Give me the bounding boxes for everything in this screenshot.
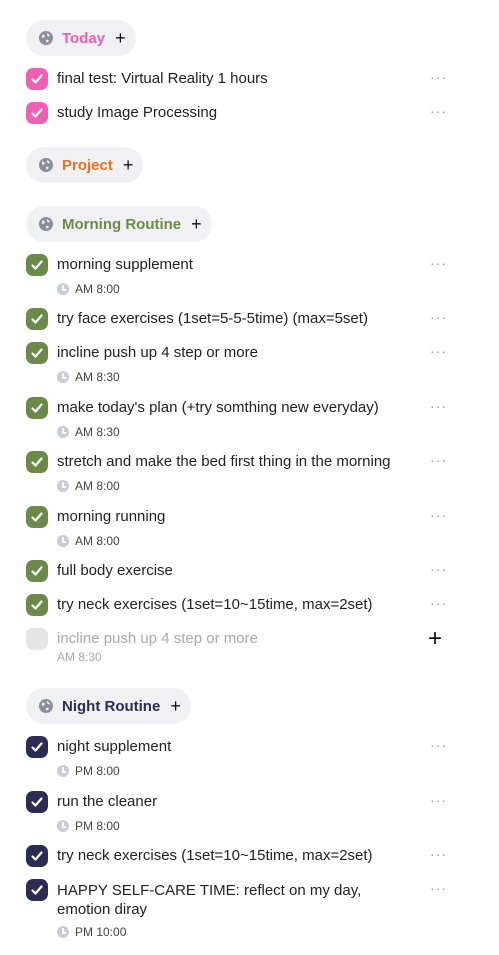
- more-options-icon[interactable]: ···: [430, 793, 447, 807]
- section-header-today[interactable]: Today +: [26, 20, 136, 56]
- clock-icon: [57, 480, 69, 492]
- globe-icon: [38, 216, 54, 232]
- clock-icon: [57, 820, 69, 832]
- task-time: AM 8:30: [57, 370, 120, 384]
- task-time: PM 10:00: [57, 925, 126, 939]
- check-icon: [31, 108, 43, 118]
- check-icon: [31, 457, 43, 467]
- more-options-icon[interactable]: ···: [430, 881, 447, 895]
- task-checkbox[interactable]: [26, 594, 48, 616]
- section-title: Project: [62, 156, 113, 174]
- plus-icon[interactable]: +: [191, 215, 202, 233]
- task-checkbox[interactable]: [26, 451, 48, 473]
- task-title[interactable]: try face exercises (1set=5-5-5time) (max…: [57, 310, 368, 327]
- check-icon: [31, 566, 43, 576]
- task-checkbox-empty[interactable]: [26, 628, 48, 650]
- task-time: AM 8:30: [57, 425, 120, 439]
- more-options-icon[interactable]: ···: [430, 596, 447, 610]
- check-icon: [31, 797, 43, 807]
- section-title: Night Routine: [62, 697, 161, 715]
- task-checkbox[interactable]: [26, 506, 48, 528]
- more-options-icon[interactable]: ···: [430, 256, 447, 270]
- section-header-project[interactable]: Project +: [26, 147, 144, 183]
- task-time: PM 8:00: [57, 764, 120, 778]
- task-checkbox[interactable]: [26, 308, 48, 330]
- task-time: AM 8:00: [57, 534, 120, 548]
- check-icon: [31, 260, 43, 270]
- clock-icon: [57, 926, 69, 938]
- check-icon: [31, 742, 43, 752]
- clock-icon: [57, 765, 69, 777]
- globe-icon: [38, 30, 54, 46]
- more-options-icon[interactable]: ···: [430, 453, 447, 467]
- more-options-icon[interactable]: ···: [430, 508, 447, 522]
- plus-icon[interactable]: +: [123, 156, 134, 174]
- task-title[interactable]: make today's plan (+try somthing new eve…: [57, 399, 379, 416]
- plus-icon[interactable]: +: [170, 697, 181, 715]
- task-title[interactable]: morning running: [57, 508, 165, 525]
- section-header-morning-routine[interactable]: Morning Routine +: [26, 206, 212, 242]
- more-options-icon[interactable]: ···: [430, 70, 447, 84]
- task-title[interactable]: try neck exercises (1set=10~15time, max=…: [57, 847, 373, 864]
- clock-icon: [57, 535, 69, 547]
- check-icon: [31, 512, 43, 522]
- section-title: Today: [62, 29, 106, 47]
- check-icon: [31, 885, 43, 895]
- more-options-icon[interactable]: ···: [430, 104, 447, 118]
- task-checkbox[interactable]: [26, 397, 48, 419]
- check-icon: [31, 74, 43, 84]
- pending-task-title[interactable]: incline push up 4 step or more: [57, 630, 258, 647]
- task-checkbox[interactable]: [26, 879, 48, 901]
- check-icon: [31, 600, 43, 610]
- task-checkbox[interactable]: [26, 102, 48, 124]
- clock-icon: [57, 426, 69, 438]
- task-title[interactable]: morning supplement: [57, 256, 193, 273]
- task-title[interactable]: night supplement: [57, 738, 171, 755]
- task-title[interactable]: HAPPY SELF-CARE TIME: reflect on my day,…: [57, 881, 397, 919]
- task-checkbox[interactable]: [26, 68, 48, 90]
- task-time: PM 8:00: [57, 819, 120, 833]
- more-options-icon[interactable]: ···: [430, 310, 447, 324]
- more-options-icon[interactable]: ···: [430, 738, 447, 752]
- task-title[interactable]: stretch and make the bed first thing in …: [57, 453, 391, 470]
- task-checkbox[interactable]: [26, 254, 48, 276]
- task-checkbox[interactable]: [26, 791, 48, 813]
- task-title[interactable]: incline push up 4 step or more: [57, 344, 258, 361]
- task-title[interactable]: final test: Virtual Reality 1 hours: [57, 70, 268, 87]
- more-options-icon[interactable]: ···: [430, 344, 447, 358]
- plus-icon[interactable]: +: [115, 29, 126, 47]
- section-title: Morning Routine: [62, 215, 182, 233]
- task-checkbox[interactable]: [26, 560, 48, 582]
- task-title[interactable]: study Image Processing: [57, 104, 217, 121]
- more-options-icon[interactable]: ···: [430, 562, 447, 576]
- task-title[interactable]: try neck exercises (1set=10~15time, max=…: [57, 596, 373, 613]
- check-icon: [31, 403, 43, 413]
- pending-task-time: AM 8:30: [57, 650, 102, 664]
- check-icon: [31, 851, 43, 861]
- globe-icon: [38, 698, 54, 714]
- check-icon: [31, 314, 43, 324]
- task-time: AM 8:00: [57, 479, 120, 493]
- section-header-night-routine[interactable]: Night Routine +: [26, 688, 191, 724]
- more-options-icon[interactable]: ···: [430, 399, 447, 413]
- task-checkbox[interactable]: [26, 845, 48, 867]
- task-time: AM 8:00: [57, 282, 120, 296]
- task-title[interactable]: full body exercise: [57, 562, 173, 579]
- task-checkbox[interactable]: [26, 342, 48, 364]
- task-checkbox[interactable]: [26, 736, 48, 758]
- clock-icon: [57, 371, 69, 383]
- plus-icon[interactable]: +: [428, 627, 442, 651]
- clock-icon: [57, 283, 69, 295]
- task-title[interactable]: run the cleaner: [57, 793, 157, 810]
- check-icon: [31, 348, 43, 358]
- more-options-icon[interactable]: ···: [430, 847, 447, 861]
- globe-icon: [38, 157, 54, 173]
